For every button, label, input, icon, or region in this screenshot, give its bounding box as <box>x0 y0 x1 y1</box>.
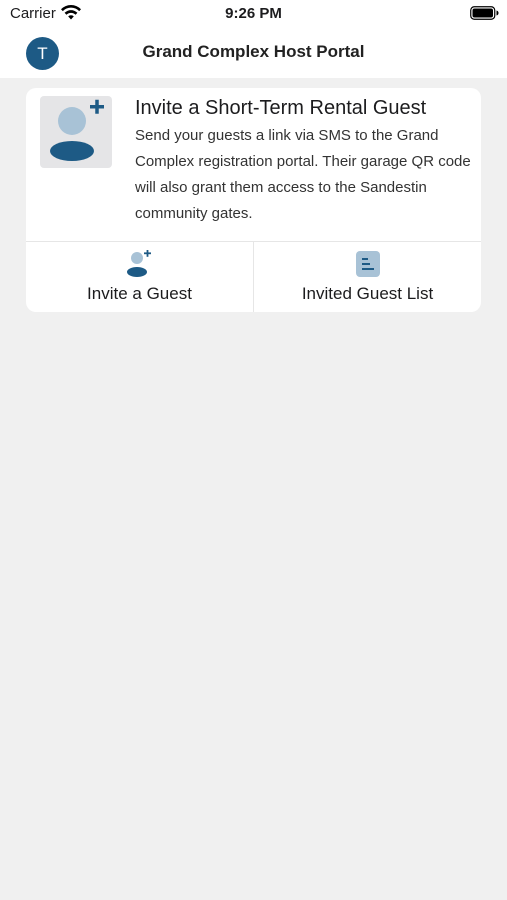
invite-guest-card: Invite a Short-Term Rental Guest Send yo… <box>26 88 481 312</box>
list-document-icon <box>356 251 380 277</box>
invite-guest-button[interactable]: Invite a Guest <box>26 242 253 312</box>
add-user-icon <box>40 96 112 168</box>
invited-guest-list-button[interactable]: Invited Guest List <box>254 242 481 312</box>
top-bar: Carrier 9:26 PM T Grand Complex Host Por… <box>0 0 507 78</box>
clock-time: 9:26 PM <box>225 5 282 22</box>
battery-icon <box>470 6 499 20</box>
status-bar: Carrier 9:26 PM <box>0 0 507 28</box>
add-user-icon <box>127 250 151 277</box>
invited-guest-list-label: Invited Guest List <box>301 284 434 303</box>
invite-guest-label: Invite a Guest <box>87 284 192 303</box>
page-title: Grand Complex Host Portal <box>142 42 365 61</box>
card-description: Send your guests a link via SMS to the G… <box>135 127 471 222</box>
card-title: Invite a Short-Term Rental Guest <box>135 97 427 119</box>
